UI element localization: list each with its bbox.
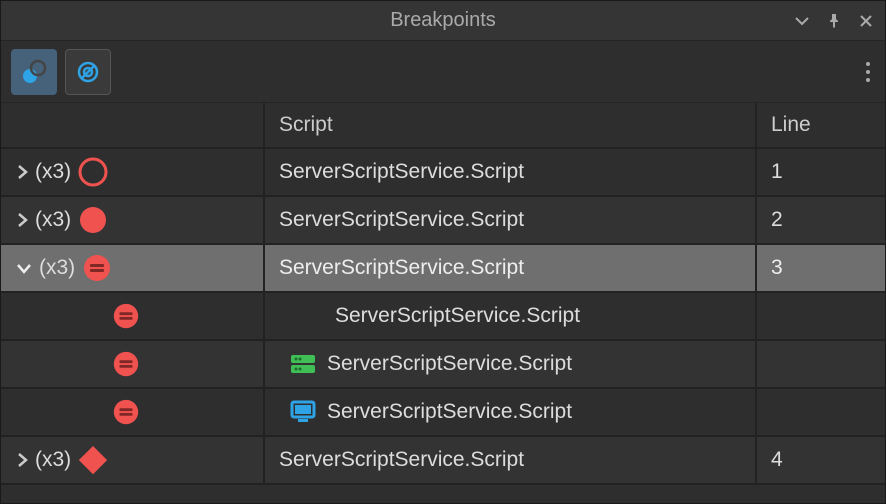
dropdown-icon[interactable] [791,10,813,32]
header-script[interactable]: Script [265,103,757,147]
line-cell: 2 [757,197,885,243]
count-label: (x3) [35,208,71,232]
script-cell: ServerScriptService.Script [327,400,572,424]
header-blank[interactable] [1,103,265,147]
table-row[interactable]: ServerScriptService.Script [1,293,885,341]
disabled-breakpoint-filter-button[interactable] [65,49,111,95]
table-row[interactable]: (x3) ServerScriptService.Script 2 [1,197,885,245]
script-cell: ServerScriptService.Script [327,352,572,376]
line-cell: 1 [757,149,885,195]
column-headers: Script Line [1,103,885,149]
more-options-icon[interactable] [865,41,871,102]
script-cell: ServerScriptService.Script [265,197,757,243]
count-label: (x3) [39,256,75,280]
close-icon[interactable] [855,10,877,32]
table-row[interactable]: (x3) ServerScriptService.Script 3 [1,245,885,293]
script-cell: ServerScriptService.Script [335,304,580,328]
breakpoint-conditional-icon [111,349,141,379]
server-icon [289,352,317,376]
line-cell [757,389,885,435]
table-row[interactable]: ServerScriptService.Script [1,341,885,389]
chevron-right-icon[interactable] [15,451,29,469]
chevron-right-icon[interactable] [15,211,29,229]
script-cell: ServerScriptService.Script [265,245,757,291]
chevron-right-icon[interactable] [15,163,29,181]
script-cell: ServerScriptService.Script [265,437,757,483]
count-label: (x3) [35,160,71,184]
toolbar [1,41,885,103]
titlebar-controls [791,1,877,40]
line-cell: 3 [757,245,885,291]
pin-icon[interactable] [823,10,845,32]
breakpoint-disabled-icon [77,156,109,188]
breakpoint-conditional-icon [111,301,141,331]
breakpoint-conditional-icon [81,252,113,284]
panel-title: Breakpoints [390,9,496,32]
line-cell: 4 [757,437,885,483]
count-label: (x3) [35,448,71,472]
chevron-down-icon[interactable] [15,261,33,275]
table-row[interactable]: (x3) ServerScriptService.Script 4 [1,437,885,485]
breakpoint-enabled-icon [77,204,109,236]
line-cell [757,341,885,387]
table-row[interactable]: (x3) ServerScriptService.Script 1 [1,149,885,197]
rows-container: (x3) ServerScriptService.Script 1 (x3) S… [1,149,885,485]
titlebar: Breakpoints [1,1,885,41]
breakpoint-filter-button[interactable] [11,49,57,95]
header-line[interactable]: Line [757,103,885,147]
line-cell [757,293,885,339]
script-cell: ServerScriptService.Script [265,149,757,195]
breakpoint-logpoint-icon [77,444,109,476]
client-monitor-icon [289,399,317,425]
table-row[interactable]: ServerScriptService.Script [1,389,885,437]
breakpoint-conditional-icon [111,397,141,427]
breakpoints-panel: Breakpoints [0,0,886,504]
